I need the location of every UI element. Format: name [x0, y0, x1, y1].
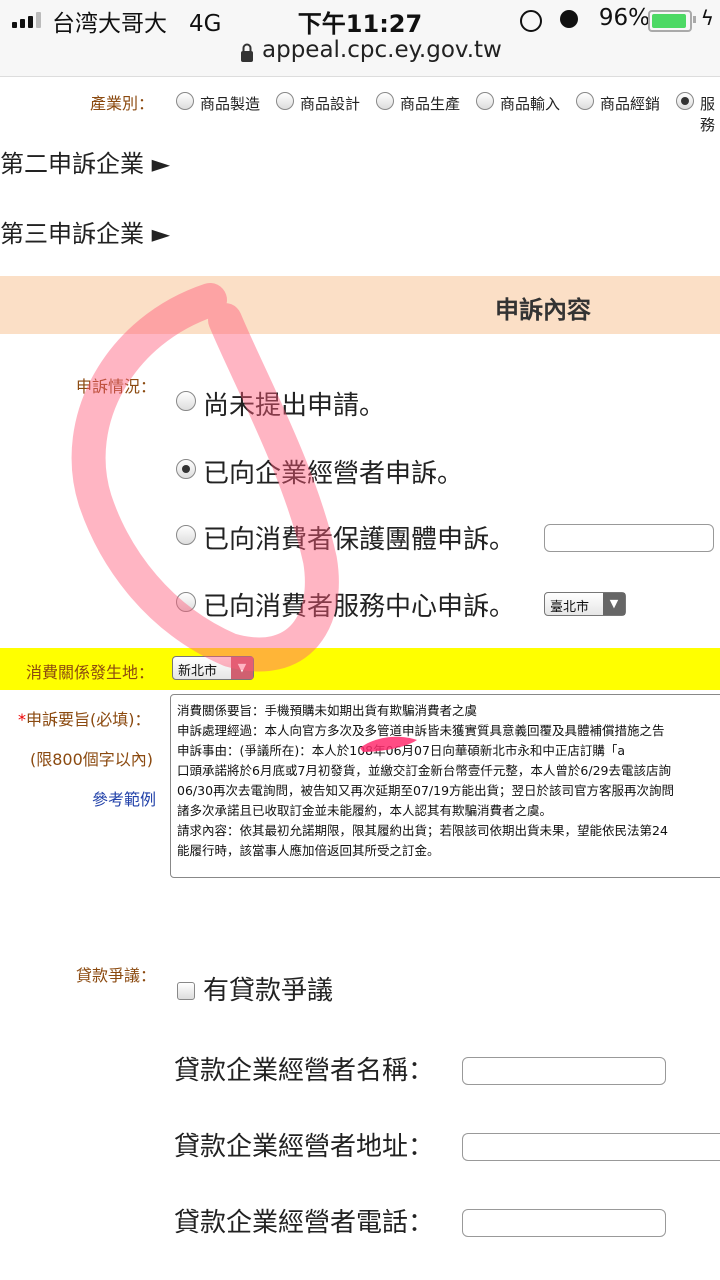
summary-line: 能履行時，該當事人應加倍返回其所受之訂金。 [177, 843, 440, 858]
battery-nub [693, 16, 696, 23]
industry-radio[interactable] [276, 92, 294, 110]
service-center-select[interactable]: 臺北市 ▼ [544, 592, 626, 616]
location-label: 消費關係發生地： [26, 663, 155, 682]
section-header-bar [0, 276, 720, 334]
lock-icon [241, 43, 253, 62]
chevron-down-icon: ▼ [231, 657, 253, 679]
status-option-label: 已向消費者服務中心申訴。 [203, 592, 516, 622]
industry-option-label: 商品生產 [400, 95, 461, 113]
summary-line: 諸多次承諾且已收取訂金並未能履約，本人認其有欺騙消費者之虞。 [177, 803, 553, 818]
status-label: 申訴情況： [76, 377, 157, 396]
battery-percent: 96% [598, 5, 650, 31]
alarm-icon [560, 10, 578, 28]
industry-radio[interactable] [176, 92, 194, 110]
example-link[interactable]: 參考範例 [92, 786, 156, 810]
section-title: 申訴內容 [495, 296, 591, 324]
status-option-label: 已向消費者保護團體申訴。 [203, 525, 516, 555]
loan-company-address-label: 貸款企業經營者地址： [174, 1132, 435, 1162]
status-radio[interactable] [176, 525, 196, 545]
location-value: 新北市 [178, 664, 218, 679]
summary-line: 申訴處理經過：本人向官方多次及多管道申訴皆未獲實質具意義回覆及具體補償措施之告 [177, 723, 665, 738]
service-center-value: 臺北市 [550, 600, 590, 615]
summary-textarea[interactable]: 消費關係要旨：手機預購未如期出貨有欺騙消費者之虞申訴處理經過：本人向官方多次及多… [170, 694, 720, 878]
summary-line: 請求內容：依其最初允諾期限，限其履約出貨；若限該司依期出貨未果，望能依民法第24 [177, 823, 668, 838]
loan-company-address-input[interactable] [462, 1133, 720, 1161]
address-bar-url[interactable]: appeal.cpc.ey.gov.tw [262, 37, 502, 63]
summary-line: 口頭承諾將於6月底或7月初發貨，並繳交訂金新台幣壹仟元整，本人曾於6/29去電該… [177, 763, 671, 778]
location-select[interactable]: 新北市 ▼ [172, 656, 254, 680]
loan-company-phone-input[interactable] [462, 1209, 666, 1237]
loan-company-name-label: 貸款企業經營者名稱： [174, 1056, 435, 1086]
required-mark: * [18, 710, 26, 729]
loan-dispute-checkbox[interactable] [177, 982, 195, 1000]
industry-option-label: 商品設計 [300, 95, 361, 113]
industry-radio[interactable] [676, 92, 694, 110]
summary-line: 06/30再次去電詢問，被告知又再次延期至07/19方能出貨；翌日於該司官方客服… [177, 783, 675, 798]
industry-option-label: 商品經銷 [600, 95, 661, 113]
loan-label: 貸款爭議： [76, 966, 157, 985]
summary-line: 消費關係要旨：手機預購未如期出貨有欺騙消費者之虞 [177, 703, 478, 718]
loan-company-phone-label: 貸款企業經營者電話： [174, 1208, 435, 1238]
industry-radio[interactable] [576, 92, 594, 110]
summary-label-row: *申訴要旨(必填)： [18, 706, 151, 730]
status-option-label: 尚未提出申請。 [203, 391, 386, 421]
industry-radio[interactable] [376, 92, 394, 110]
status-option-label: 已向企業經營者申訴。 [203, 459, 464, 489]
second-company-toggle[interactable]: 第二申訴企業 ► [0, 144, 170, 179]
industry-option-label: 服務 [700, 95, 716, 134]
orientation-lock-icon [520, 10, 542, 32]
industry-option-label: 商品輸入 [500, 95, 561, 113]
industry-radio[interactable] [476, 92, 494, 110]
charging-icon: ϟ [700, 6, 714, 30]
chevron-down-icon: ▼ [603, 593, 625, 615]
status-bar: 台湾大哥大 4G 下午11:27 96% ϟ appeal.cpc.ey.gov… [0, 0, 720, 77]
handdrawn-annotation-loop [71, 283, 339, 672]
status-radio[interactable] [176, 592, 196, 612]
battery-icon [648, 10, 692, 32]
status-radio[interactable] [176, 459, 196, 479]
consumer-group-input[interactable] [544, 524, 714, 552]
loan-company-name-input[interactable] [462, 1057, 666, 1085]
loan-dispute-label: 有貸款爭議 [203, 976, 334, 1006]
summary-limit: (限800個字以內) [30, 750, 154, 769]
third-company-toggle[interactable]: 第三申訴企業 ► [0, 214, 170, 249]
summary-label: 申訴要旨(必填)： [26, 710, 151, 729]
summary-line: 申訴事由：(爭議所在)：本人於108年06月07日向華碩新北市永和中正店訂購「a [177, 743, 626, 758]
industry-option-label: 商品製造 [200, 95, 261, 113]
status-radio[interactable] [176, 391, 196, 411]
industry-label: 產業別： [90, 94, 155, 113]
